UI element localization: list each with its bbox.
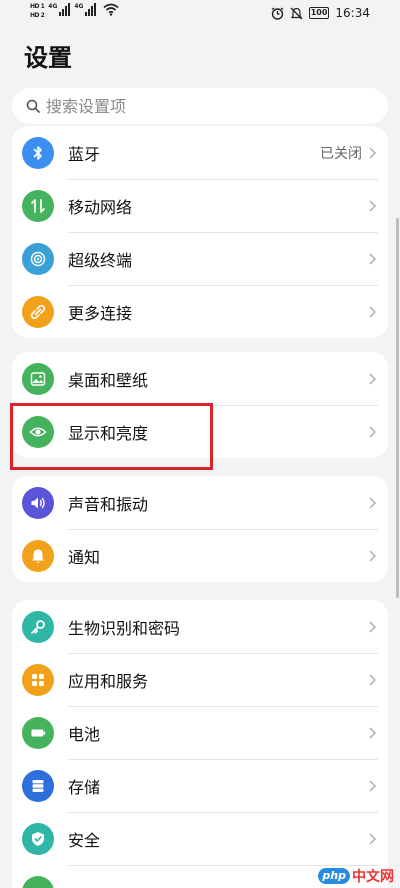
apps-icon (22, 663, 54, 696)
chevron-right-icon (369, 425, 377, 438)
alarm-icon (271, 7, 284, 20)
bluetooth-status: 已关闭 (320, 145, 362, 162)
settings-item-icon (22, 875, 54, 888)
bluetooth-icon (22, 136, 54, 169)
settings-group-connectivity: 蓝牙 已关闭 移动网络 超级终端 更多连接 (12, 126, 388, 338)
settings-item-mobile-network[interactable]: 移动网络 (12, 179, 388, 232)
settings-item-label: 安全 (68, 830, 101, 850)
chevron-right-icon (369, 779, 377, 792)
settings-item-label: 移动网络 (68, 197, 133, 217)
chevron-right-icon (369, 199, 377, 212)
signal-icon: 4G (48, 3, 71, 16)
status-bar: HD 1 HD 2 4G 4G 100 16:34 (0, 0, 400, 28)
settings-item-wallpaper[interactable]: 桌面和壁纸 (12, 352, 388, 405)
chevron-right-icon (369, 496, 377, 509)
settings-item-label: 桌面和壁纸 (68, 370, 149, 390)
settings-item-label: 更多连接 (68, 303, 133, 323)
search-icon (26, 99, 40, 113)
settings-item-label: 生物识别和密码 (68, 618, 181, 638)
settings-item-label: 应用和服务 (68, 671, 149, 691)
settings-item-label: 通知 (68, 547, 101, 567)
storage-icon (22, 769, 54, 802)
watermark-text: 中文网 (352, 869, 394, 885)
settings-item-label: 超级终端 (68, 250, 133, 270)
settings-group-sound: 声音和振动 通知 (12, 476, 388, 582)
wifi-icon (103, 3, 120, 16)
settings-item-label: 声音和振动 (68, 494, 149, 514)
chevron-right-icon (369, 673, 377, 686)
page-title: 设置 (24, 44, 72, 72)
settings-item-security[interactable]: 安全 (12, 812, 388, 865)
super-device-icon (22, 242, 54, 275)
chevron-right-icon (369, 252, 377, 265)
settings-group-system: 生物识别和密码 应用和服务 电池 存储 安全 (12, 600, 388, 888)
settings-item-label: 存储 (68, 777, 101, 797)
chevron-right-icon (369, 549, 377, 562)
status-time: 16:34 (335, 6, 370, 20)
settings-item-biometrics[interactable]: 生物识别和密码 (12, 600, 388, 653)
settings-item-sound-vibration[interactable]: 声音和振动 (12, 476, 388, 529)
mute-icon (290, 7, 303, 19)
settings-item-label: 电池 (68, 724, 101, 744)
search-input[interactable] (46, 96, 346, 116)
watermark: php 中文网 (318, 866, 394, 886)
sim2-label: HD 2 (30, 12, 45, 19)
speaker-icon (22, 486, 54, 519)
battery-indicator: 100 (308, 7, 330, 19)
chevron-right-icon (369, 726, 377, 739)
settings-item-more-connections[interactable]: 更多连接 (12, 285, 388, 338)
search-bar[interactable] (12, 88, 388, 124)
settings-item-notifications[interactable]: 通知 (12, 529, 388, 582)
scrollbar[interactable] (396, 218, 399, 598)
wallpaper-icon (22, 362, 54, 395)
chevron-right-icon (369, 305, 377, 318)
bell-icon (22, 539, 54, 572)
chevron-right-icon (369, 620, 377, 633)
chevron-right-icon (369, 832, 377, 845)
watermark-logo: php (318, 868, 350, 884)
link-icon (22, 295, 54, 328)
settings-item-super-device[interactable]: 超级终端 (12, 232, 388, 285)
signal-icon: 4G (74, 3, 97, 16)
highlight-box (10, 403, 213, 470)
settings-item-bluetooth[interactable]: 蓝牙 已关闭 (12, 126, 388, 179)
settings-item-apps-services[interactable]: 应用和服务 (12, 653, 388, 706)
sim1-label: HD 1 (30, 3, 45, 10)
mobile-network-icon (22, 189, 54, 222)
settings-item-battery[interactable]: 电池 (12, 706, 388, 759)
settings-item-storage[interactable]: 存储 (12, 759, 388, 812)
chevron-right-icon (369, 372, 377, 385)
settings-item-label: 蓝牙 (68, 144, 101, 164)
chevron-right-icon (369, 146, 377, 159)
shield-icon (22, 822, 54, 855)
key-icon (22, 610, 54, 643)
battery-icon (22, 716, 54, 749)
